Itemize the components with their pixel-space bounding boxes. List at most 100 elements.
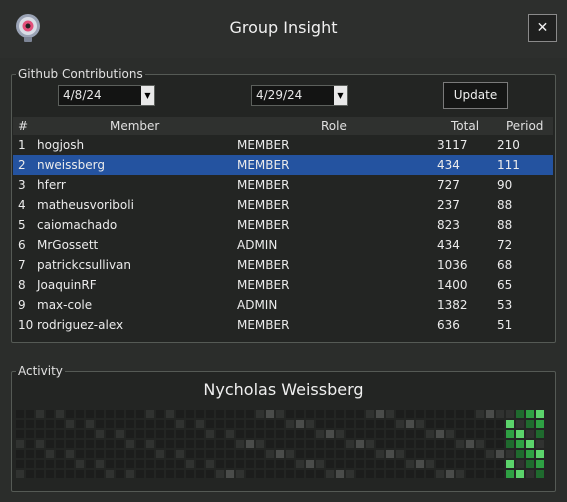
heatmap-cell[interactable] xyxy=(76,460,84,468)
heatmap-cell[interactable] xyxy=(386,440,394,448)
heatmap-cell[interactable] xyxy=(266,450,274,458)
heatmap-cell[interactable] xyxy=(356,440,364,448)
heatmap-cell[interactable] xyxy=(116,470,124,478)
heatmap-cell[interactable] xyxy=(36,460,44,468)
heatmap-cell[interactable] xyxy=(346,420,354,428)
heatmap-cell[interactable] xyxy=(186,450,194,458)
heatmap-cell[interactable] xyxy=(346,460,354,468)
heatmap-cell[interactable] xyxy=(126,450,134,458)
heatmap-cell[interactable] xyxy=(386,450,394,458)
heatmap-cell[interactable] xyxy=(506,470,514,478)
heatmap-cell[interactable] xyxy=(406,410,414,418)
heatmap-cell[interactable] xyxy=(396,470,404,478)
heatmap-cell[interactable] xyxy=(506,420,514,428)
heatmap-cell[interactable] xyxy=(76,450,84,458)
heatmap-cell[interactable] xyxy=(126,410,134,418)
heatmap-cell[interactable] xyxy=(396,450,404,458)
heatmap-cell[interactable] xyxy=(246,470,254,478)
heatmap-cell[interactable] xyxy=(146,430,154,438)
heatmap-cell[interactable] xyxy=(526,440,534,448)
heatmap-cell[interactable] xyxy=(346,440,354,448)
heatmap-cell[interactable] xyxy=(236,450,244,458)
heatmap-cell[interactable] xyxy=(46,470,54,478)
heatmap-cell[interactable] xyxy=(476,450,484,458)
heatmap-cell[interactable] xyxy=(506,460,514,468)
heatmap-cell[interactable] xyxy=(386,420,394,428)
heatmap-cell[interactable] xyxy=(286,450,294,458)
heatmap-cell[interactable] xyxy=(236,430,244,438)
heatmap-cell[interactable] xyxy=(146,420,154,428)
heatmap-cell[interactable] xyxy=(416,460,424,468)
heatmap-cell[interactable] xyxy=(456,460,464,468)
heatmap-cell[interactable] xyxy=(366,470,374,478)
heatmap-cell[interactable] xyxy=(336,430,344,438)
heatmap-cell[interactable] xyxy=(216,420,224,428)
heatmap-cell[interactable] xyxy=(356,460,364,468)
heatmap-cell[interactable] xyxy=(186,460,194,468)
heatmap-cell[interactable] xyxy=(56,440,64,448)
heatmap-cell[interactable] xyxy=(36,410,44,418)
heatmap-cell[interactable] xyxy=(396,440,404,448)
heatmap-cell[interactable] xyxy=(406,470,414,478)
heatmap-cell[interactable] xyxy=(256,430,264,438)
heatmap-cell[interactable] xyxy=(206,430,214,438)
heatmap-cell[interactable] xyxy=(166,440,174,448)
heatmap-cell[interactable] xyxy=(456,430,464,438)
heatmap-cell[interactable] xyxy=(526,450,534,458)
heatmap-cell[interactable] xyxy=(46,460,54,468)
column-header-member[interactable]: Member xyxy=(110,117,159,135)
heatmap-cell[interactable] xyxy=(216,440,224,448)
heatmap-cell[interactable] xyxy=(76,470,84,478)
heatmap-cell[interactable] xyxy=(156,440,164,448)
table-row[interactable]: 3 hferr MEMBER 727 90 xyxy=(13,175,553,195)
heatmap-cell[interactable] xyxy=(456,410,464,418)
heatmap-cell[interactable] xyxy=(96,460,104,468)
heatmap-cell[interactable] xyxy=(536,460,544,468)
heatmap-cell[interactable] xyxy=(386,460,394,468)
heatmap-cell[interactable] xyxy=(376,460,384,468)
heatmap-cell[interactable] xyxy=(26,420,34,428)
table-row[interactable]: 9 max-cole ADMIN 1382 53 xyxy=(13,295,553,315)
heatmap-cell[interactable] xyxy=(366,410,374,418)
heatmap-cell[interactable] xyxy=(246,440,254,448)
heatmap-cell[interactable] xyxy=(426,450,434,458)
heatmap-cell[interactable] xyxy=(376,410,384,418)
heatmap-cell[interactable] xyxy=(276,470,284,478)
heatmap-cell[interactable] xyxy=(406,430,414,438)
heatmap-cell[interactable] xyxy=(486,430,494,438)
heatmap-cell[interactable] xyxy=(406,420,414,428)
heatmap-cell[interactable] xyxy=(486,470,494,478)
heatmap-cell[interactable] xyxy=(446,460,454,468)
heatmap-cell[interactable] xyxy=(76,410,84,418)
heatmap-cell[interactable] xyxy=(306,440,314,448)
heatmap-cell[interactable] xyxy=(496,440,504,448)
heatmap-cell[interactable] xyxy=(536,450,544,458)
heatmap-cell[interactable] xyxy=(486,410,494,418)
heatmap-cell[interactable] xyxy=(296,440,304,448)
heatmap-cell[interactable] xyxy=(416,420,424,428)
heatmap-cell[interactable] xyxy=(116,410,124,418)
heatmap-cell[interactable] xyxy=(376,430,384,438)
heatmap-cell[interactable] xyxy=(86,420,94,428)
heatmap-cell[interactable] xyxy=(156,450,164,458)
heatmap-cell[interactable] xyxy=(386,410,394,418)
heatmap-cell[interactable] xyxy=(96,440,104,448)
date-to-picker[interactable]: 4/29/24 ▼ xyxy=(251,85,348,106)
heatmap-cell[interactable] xyxy=(486,450,494,458)
table-row[interactable]: 6 MrGossett ADMIN 434 72 xyxy=(13,235,553,255)
heatmap-cell[interactable] xyxy=(286,440,294,448)
heatmap-cell[interactable] xyxy=(26,430,34,438)
heatmap-cell[interactable] xyxy=(516,450,524,458)
heatmap-cell[interactable] xyxy=(446,470,454,478)
heatmap-cell[interactable] xyxy=(416,430,424,438)
heatmap-cell[interactable] xyxy=(76,440,84,448)
table-row[interactable]: 10 rodriguez-alex MEMBER 636 51 xyxy=(13,315,553,335)
heatmap-cell[interactable] xyxy=(266,430,274,438)
heatmap-cell[interactable] xyxy=(256,450,264,458)
heatmap-cell[interactable] xyxy=(476,470,484,478)
heatmap-cell[interactable] xyxy=(486,420,494,428)
heatmap-cell[interactable] xyxy=(256,460,264,468)
heatmap-cell[interactable] xyxy=(86,460,94,468)
heatmap-cell[interactable] xyxy=(496,410,504,418)
heatmap-cell[interactable] xyxy=(176,430,184,438)
